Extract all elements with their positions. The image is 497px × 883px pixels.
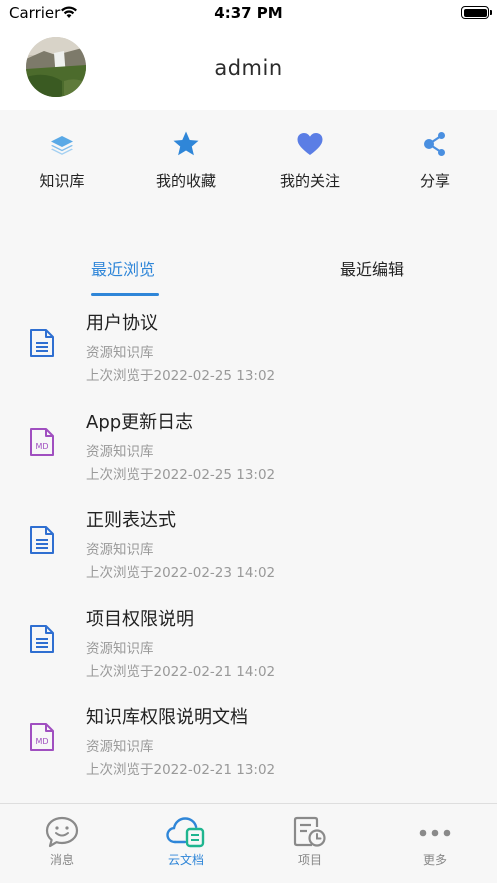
layers-icon (51, 136, 73, 155)
list-item[interactable]: MD 知识库权限说明文档 资源知识库 上次浏览于2022-02-21 13:02 (0, 700, 497, 799)
document-repo: 资源知识库 (86, 345, 154, 361)
tab-messages[interactable]: 消息 (0, 816, 124, 868)
document-icon (30, 526, 54, 554)
document-title: App更新日志 (86, 411, 194, 433)
cloud-document-icon (166, 817, 205, 848)
tab-recent-viewed[interactable]: 最近浏览 (91, 256, 155, 280)
quick-link-label: 我的收藏 (155, 172, 216, 190)
svg-text:MD: MD (35, 442, 48, 451)
document-repo: 资源知识库 (86, 739, 154, 755)
tab-active-indicator (91, 293, 159, 296)
document-viewed-time: 上次浏览于2022-02-23 14:02 (86, 565, 276, 581)
document-title: 用户协议 (86, 313, 158, 334)
document-title: 知识库权限说明文档 (86, 707, 248, 728)
profile-header: admin (0, 26, 497, 110)
star-icon (173, 131, 199, 156)
document-viewed-time: 上次浏览于2022-02-21 13:02 (86, 762, 276, 778)
tab-label: 项目 (297, 853, 322, 867)
document-viewed-time: 上次浏览于2022-02-21 14:02 (86, 663, 276, 680)
project-clock-icon (293, 816, 326, 847)
document-list: 用户协议 资源知识库 上次浏览于2022-02-25 13:02 MD App更… (0, 306, 497, 799)
markdown-file-icon: MD (30, 427, 54, 456)
document-icon (30, 329, 54, 357)
document-viewed-time: 上次浏览于2022-02-25 13:02 (86, 368, 276, 384)
svg-text:MD: MD (35, 737, 48, 746)
quick-link-knowledge-base[interactable]: 知识库 (0, 130, 124, 191)
list-item[interactable]: MD App更新日志 资源知识库 上次浏览于2022-02-25 13:02 (0, 405, 497, 504)
document-repo: 资源知识库 (86, 542, 154, 558)
markdown-file-icon: MD (30, 723, 54, 751)
username: admin (214, 56, 283, 80)
battery-icon (461, 6, 492, 19)
share-icon (424, 132, 445, 156)
document-repo: 资源知识库 (86, 443, 154, 460)
recent-tabs: 最近浏览 最近编辑 (0, 250, 497, 300)
tab-label: 云文档 (167, 853, 204, 867)
document-title: 项目权限说明 (86, 608, 194, 630)
quick-link-share[interactable]: 分享 (373, 130, 497, 191)
tab-recent-edited[interactable]: 最近编辑 (340, 256, 404, 280)
status-time: 4:37 PM (214, 4, 283, 22)
quick-link-following[interactable]: 我的关注 (248, 130, 372, 191)
chat-bubble-icon (45, 816, 79, 848)
tab-more[interactable]: 更多 (373, 816, 497, 868)
quick-link-label: 知识库 (39, 172, 85, 190)
document-repo: 资源知识库 (86, 640, 154, 657)
tab-label: 更多 (422, 853, 447, 867)
quick-links: 知识库 我的收藏 我的关注 分享 (0, 130, 497, 210)
list-item[interactable]: 项目权限说明 资源知识库 上次浏览于2022-02-21 14:02 (0, 602, 497, 701)
quick-link-label: 我的关注 (279, 172, 340, 190)
quick-link-label: 分享 (419, 172, 450, 190)
document-title: 正则表达式 (86, 510, 176, 531)
list-item[interactable]: 正则表达式 资源知识库 上次浏览于2022-02-23 14:02 (0, 503, 497, 602)
document-icon (30, 624, 54, 653)
tab-cloud-docs[interactable]: 云文档 (124, 816, 248, 868)
tab-projects[interactable]: 项目 (248, 816, 372, 868)
heart-icon (297, 133, 323, 155)
document-viewed-time: 上次浏览于2022-02-25 13:02 (86, 466, 276, 483)
bottom-tab-bar: 消息 云文档 项目 更多 (0, 803, 497, 883)
list-item[interactable]: 用户协议 资源知识库 上次浏览于2022-02-25 13:02 (0, 306, 497, 405)
more-dots-icon (419, 829, 451, 837)
tab-label: 消息 (49, 853, 74, 867)
quick-link-favorites[interactable]: 我的收藏 (124, 130, 248, 191)
status-bar: Carrier 4:37 PM (0, 0, 497, 26)
